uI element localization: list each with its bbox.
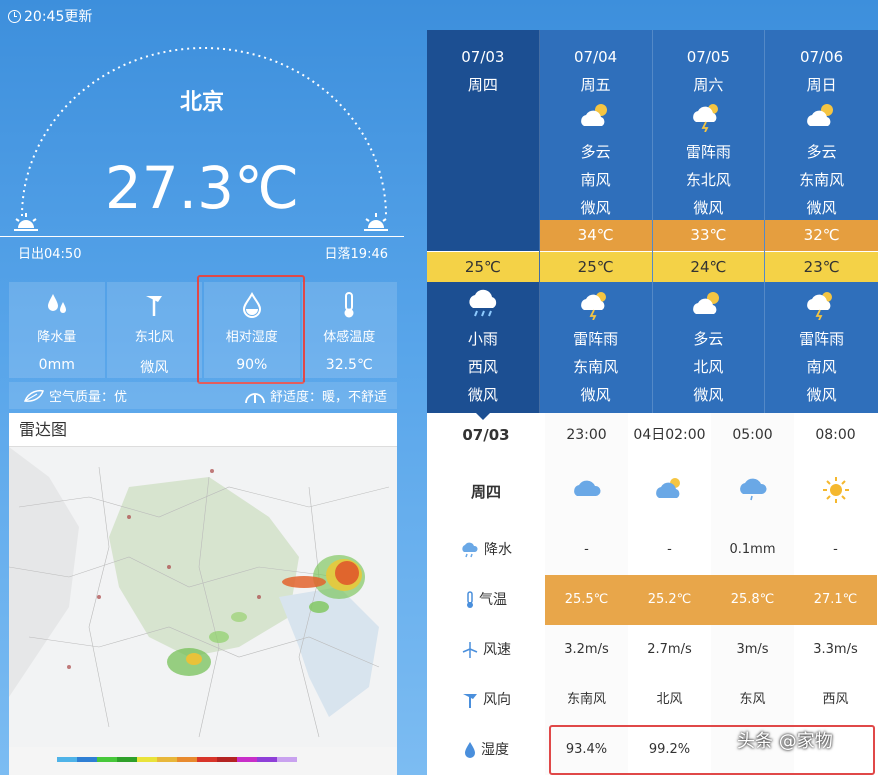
watermark: 头条 @家物 (737, 731, 833, 752)
hourly-wind-speed-row: 风速 3.2m/s 2.7m/s 3m/s 3.3m/s (427, 625, 878, 675)
clock-icon (8, 9, 21, 23)
low-temp: 23℃ (765, 251, 878, 282)
low-temp: 25℃ (427, 251, 539, 282)
low-temp: 24℃ (652, 251, 765, 282)
thermometer-icon (302, 290, 398, 320)
stat-wind: 东北风 微风 (106, 282, 203, 378)
hourly-time-row: 07/03 23:00 04日02:00 05:00 08:00 (427, 413, 878, 457)
hourly-rain-row: 降水 - - 0.1mm - (427, 525, 878, 575)
daily-forecast: 07/03 周四 25℃ 小雨 西风 微风 07/04 周五 多云 南风 微风 … (427, 30, 878, 413)
raindrops-icon (9, 290, 105, 320)
selected-day-pointer (473, 410, 493, 420)
low-temp: 25℃ (539, 251, 652, 282)
high-temp: 34℃ (539, 220, 652, 251)
comfort-index: 舒适度：暖，不舒适 (244, 386, 387, 405)
thunderstorm-icon (540, 288, 652, 324)
horizon-line (0, 236, 404, 237)
wind-icon (107, 290, 203, 320)
rain-cloud-icon (462, 542, 478, 558)
day-column-today[interactable]: 07/03 周四 25℃ 小雨 西风 微风 (427, 30, 540, 413)
hourly-icon-row: 周四 (427, 457, 878, 525)
wind-flag-icon (463, 694, 477, 708)
stat-precipitation: 降水量 0mm (9, 282, 105, 378)
partly-cloudy-night-icon (628, 457, 711, 525)
thunderstorm-icon (653, 100, 765, 136)
hourly-weekday: 周四 (470, 482, 501, 501)
sun-arc (21, 47, 387, 217)
stat-feels-like: 体感温度 32.5℃ (301, 282, 398, 378)
day-column[interactable]: 07/04 周五 多云 南风 微风 34℃ 25℃ 雷阵雨 东南风 微风 (539, 30, 653, 413)
wind-turbine-icon (462, 642, 478, 658)
city-name: 北京 (179, 90, 224, 115)
current-temperature: 27.3℃ (104, 154, 300, 222)
air-quality: 空气质量：优 (23, 386, 127, 405)
radar-title: 雷达图 (9, 413, 397, 447)
sunset-icon (364, 213, 388, 231)
current-weather-panel: 20:45更新 北京 27.3℃ 日出04:50 日落19:46 降水量 0mm (0, 0, 410, 775)
humidity-drop-icon (465, 742, 475, 758)
thunderstorm-icon (765, 288, 878, 324)
radar-map[interactable] (9, 447, 397, 747)
thermometer-icon (467, 591, 473, 608)
hourly-temp-row: 气温 25.5℃ 25.2℃ 25.8℃ 27.1℃ (427, 575, 878, 625)
day-column[interactable]: 07/05 周六 雷阵雨 东北风 微风 33℃ 24℃ 多云 北风 微风 (652, 30, 766, 413)
day-column[interactable]: 07/06 周日 多云 东南风 微风 32℃ 23℃ 雷阵雨 南风 微风 (765, 30, 878, 413)
cloud-drizzle-icon (711, 457, 794, 525)
high-temp: 32℃ (765, 220, 878, 251)
sunset-time: 日落19:46 (324, 247, 388, 262)
partly-cloudy-icon (540, 100, 652, 134)
radar-panel: 雷达图 (9, 413, 397, 775)
sun-icon (794, 457, 877, 525)
humidity-highlight-box (197, 275, 305, 384)
cloud-rain-icon (427, 288, 539, 322)
hourly-wind-dir-row: 风向 东南风 北风 东风 西风 (427, 675, 878, 725)
sunrise-time: 日出04:50 (18, 247, 82, 262)
forecast-panel: 07/03 周四 25℃ 小雨 西风 微风 07/04 周五 多云 南风 微风 … (427, 30, 878, 775)
high-temp: 33℃ (652, 220, 765, 251)
partly-cloudy-icon (653, 288, 765, 322)
leaf-icon (23, 389, 44, 402)
air-quality-bar: 空气质量：优 舒适度：暖，不舒适 (9, 382, 397, 409)
hourly-forecast: 07/03 23:00 04日02:00 05:00 08:00 周四 降水 -… (427, 413, 878, 775)
sunrise-icon (14, 213, 38, 231)
partly-cloudy-icon (765, 100, 878, 134)
gauge-icon (245, 392, 265, 403)
cloud-icon (545, 457, 628, 525)
update-time: 20:45更新 (8, 6, 92, 26)
radar-legend (9, 747, 397, 775)
